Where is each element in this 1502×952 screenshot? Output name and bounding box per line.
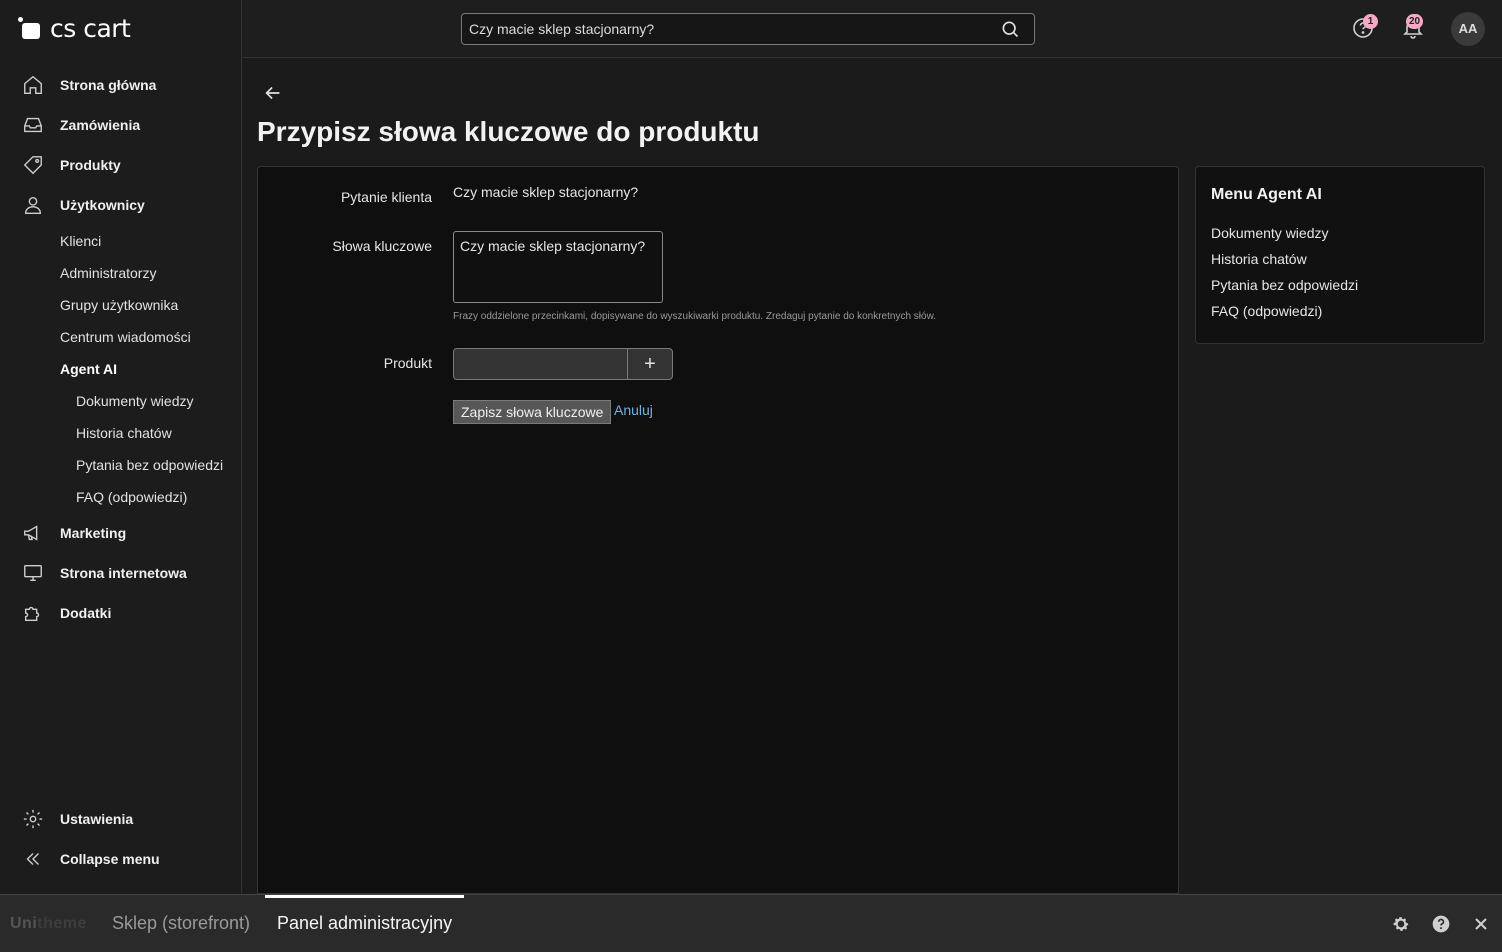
double-chevron-left-icon	[26, 853, 39, 865]
keywords-hint: Frazy oddzielone przecinkami, dopisywane…	[453, 311, 937, 322]
home-icon	[24, 75, 42, 94]
sidebar-item-label: Dodatki	[60, 605, 112, 621]
cs-cart-logo[interactable]: cs cart	[18, 14, 131, 43]
save-keywords-button[interactable]: Zapisz słowa kluczowe	[453, 400, 612, 424]
page-title: Przypisz słowa kluczowe do produktu	[257, 116, 760, 147]
gear-icon[interactable]	[1391, 914, 1411, 934]
back-arrow-icon[interactable]	[262, 82, 284, 104]
product-label: Produkt	[383, 355, 432, 371]
sidebar-item-home[interactable]: Strona główna	[22, 73, 156, 97]
monitor-icon	[24, 564, 42, 582]
keywords-label: Słowa kluczowe	[332, 238, 432, 254]
help-icon[interactable]	[1431, 914, 1451, 934]
sidebar-item-marketing[interactable]: Marketing	[22, 521, 126, 545]
side-link-unanswered[interactable]: Pytania bez odpowiedzi	[1211, 277, 1358, 293]
tab-admin-panel[interactable]: Panel administracyjny	[277, 913, 452, 934]
cancel-link[interactable]: Anuluj	[614, 402, 653, 418]
unitheme-logo: Unitheme	[10, 915, 87, 933]
sidebar-item-settings[interactable]: Ustawienia	[22, 807, 133, 831]
sidebar-item-website[interactable]: Strona internetowa	[22, 561, 187, 585]
sidebar-item-products[interactable]: Produkty	[22, 153, 121, 177]
close-icon[interactable]	[1471, 914, 1491, 934]
agent-ai-menu-panel: Menu Agent AI Dokumenty wiedzy Historia …	[1195, 166, 1485, 344]
sidebar-sub-user-groups[interactable]: Grupy użytkownika	[60, 297, 178, 313]
side-link-faq[interactable]: FAQ (odpowiedzi)	[1211, 303, 1322, 319]
search-box	[461, 13, 1035, 45]
sidebar: cs cart Strona główna Zamówienia Produkt…	[0, 0, 242, 894]
logo-text: cs cart	[50, 14, 131, 43]
sidebar-subsub-chat-history[interactable]: Historia chatów	[76, 425, 172, 441]
tag-icon	[23, 156, 42, 175]
sidebar-item-label: Produkty	[60, 157, 121, 173]
sidebar-collapse-menu[interactable]: Collapse menu	[22, 847, 160, 871]
sidebar-item-label: Użytkownicy	[60, 197, 145, 213]
product-input[interactable]	[454, 349, 628, 379]
search-icon[interactable]	[1000, 19, 1020, 39]
active-tab-indicator	[265, 895, 464, 898]
avatar[interactable]: AA	[1451, 12, 1485, 46]
sidebar-item-label: Collapse menu	[60, 851, 160, 867]
sidebar-item-label: Zamówienia	[60, 117, 141, 133]
question-label: Pytanie klienta	[340, 189, 432, 205]
notifications-badge: 20	[1406, 14, 1424, 29]
sidebar-item-orders[interactable]: Zamówienia	[22, 113, 140, 137]
sidebar-item-label: Strona główna	[60, 77, 157, 93]
sidebar-subsub-faq[interactable]: FAQ (odpowiedzi)	[76, 489, 187, 505]
sidebar-item-addons[interactable]: Dodatki	[22, 601, 111, 625]
sidebar-subsub-knowledge-docs[interactable]: Dokumenty wiedzy	[76, 393, 194, 409]
help-badge: 1	[1363, 14, 1378, 29]
sidebar-sub-agent-ai[interactable]: Agent AI	[60, 361, 117, 377]
side-link-chat-history[interactable]: Historia chatów	[1211, 251, 1307, 267]
unitheme-logo-a: Uni	[10, 915, 38, 932]
product-picker: +	[453, 348, 673, 380]
keywords-textarea[interactable]: Czy macie sklep stacjonarny?	[453, 231, 663, 303]
sidebar-subsub-unanswered[interactable]: Pytania bez odpowiedzi	[76, 457, 223, 473]
puzzle-icon	[24, 606, 40, 622]
gear-icon	[23, 809, 43, 829]
inbox-icon	[24, 117, 42, 133]
sidebar-sub-customers[interactable]: Klienci	[60, 233, 101, 249]
user-icon	[24, 196, 42, 214]
sidebar-sub-administrators[interactable]: Administratorzy	[60, 265, 156, 281]
top-bar: 1 20 AA	[242, 0, 1502, 58]
unitheme-logo-b: theme	[37, 915, 87, 932]
sidebar-item-label: Ustawienia	[60, 811, 134, 827]
keyword-form-panel: Pytanie klienta Czy macie sklep stacjona…	[257, 166, 1179, 894]
search-input[interactable]	[462, 14, 982, 44]
bottom-bar: Unitheme Sklep (storefront) Panel admini…	[0, 894, 1502, 952]
sidebar-item-label: Strona internetowa	[60, 565, 187, 581]
add-product-button[interactable]: +	[628, 349, 672, 379]
sidebar-item-label: Marketing	[60, 525, 127, 541]
cs-cart-logo-icon	[18, 16, 44, 41]
sidebar-sub-message-center[interactable]: Centrum wiadomości	[60, 329, 191, 345]
megaphone-icon	[24, 525, 38, 541]
sidebar-item-users[interactable]: Użytkownicy	[22, 193, 145, 217]
tab-storefront[interactable]: Sklep (storefront)	[112, 913, 250, 934]
agent-ai-menu-title: Menu Agent AI	[1211, 186, 1322, 203]
question-value: Czy macie sklep stacjonarny?	[453, 184, 639, 200]
side-link-knowledge-docs[interactable]: Dokumenty wiedzy	[1211, 225, 1329, 241]
